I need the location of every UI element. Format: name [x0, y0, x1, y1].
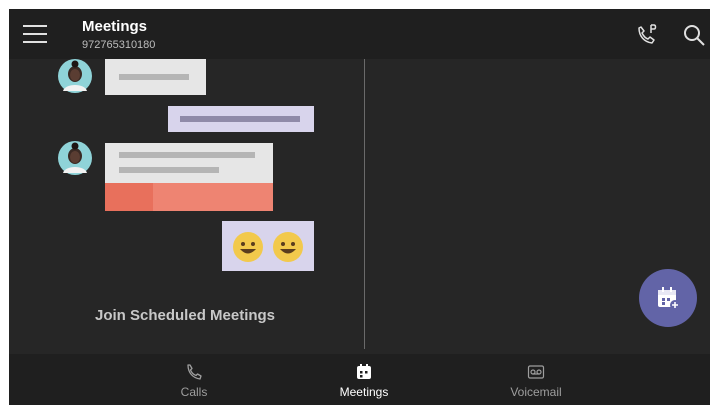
calendar-add-icon [658, 287, 680, 310]
nav-calls[interactable]: Calls [134, 354, 254, 405]
phone-number: 972765310180 [82, 39, 156, 51]
smile-emoji-icon [273, 232, 303, 262]
hamburger-menu-icon[interactable] [23, 23, 47, 45]
chat-bubble-illustration [105, 143, 273, 183]
attachment-illustration [105, 183, 273, 211]
pane-divider [364, 59, 365, 349]
schedule-meeting-button[interactable] [639, 269, 697, 327]
avatar-illustration [58, 59, 92, 93]
top-app-bar: Meetings 972765310180 [9, 9, 710, 59]
nav-calls-label: Calls [180, 385, 208, 399]
chat-bubble-illustration [168, 106, 314, 132]
call-park-icon[interactable] [635, 23, 659, 47]
chat-bubble-illustration [105, 59, 206, 95]
empty-state-label: Join Scheduled Meetings [95, 307, 276, 324]
nav-meetings[interactable]: Meetings [304, 354, 424, 405]
nav-meetings-label: Meetings [339, 385, 389, 399]
voicemail-icon [527, 365, 545, 379]
page-title: Meetings [82, 18, 148, 35]
avatar-illustration [58, 141, 92, 175]
nav-voicemail[interactable]: Voicemail [476, 354, 596, 405]
teams-phone-screen: Meetings 972765310180 Join Scheduled Mee… [9, 9, 710, 405]
search-icon[interactable] [682, 23, 706, 47]
nav-voicemail-label: Voicemail [510, 385, 562, 399]
phone-icon [187, 364, 202, 380]
emoji-bubble-illustration [222, 221, 314, 271]
calendar-icon [357, 364, 371, 379]
smile-emoji-icon [233, 232, 263, 262]
bottom-navigation: Calls Meetings Voicemail [9, 354, 710, 405]
meetings-empty-state: Join Scheduled Meetings [9, 59, 710, 359]
